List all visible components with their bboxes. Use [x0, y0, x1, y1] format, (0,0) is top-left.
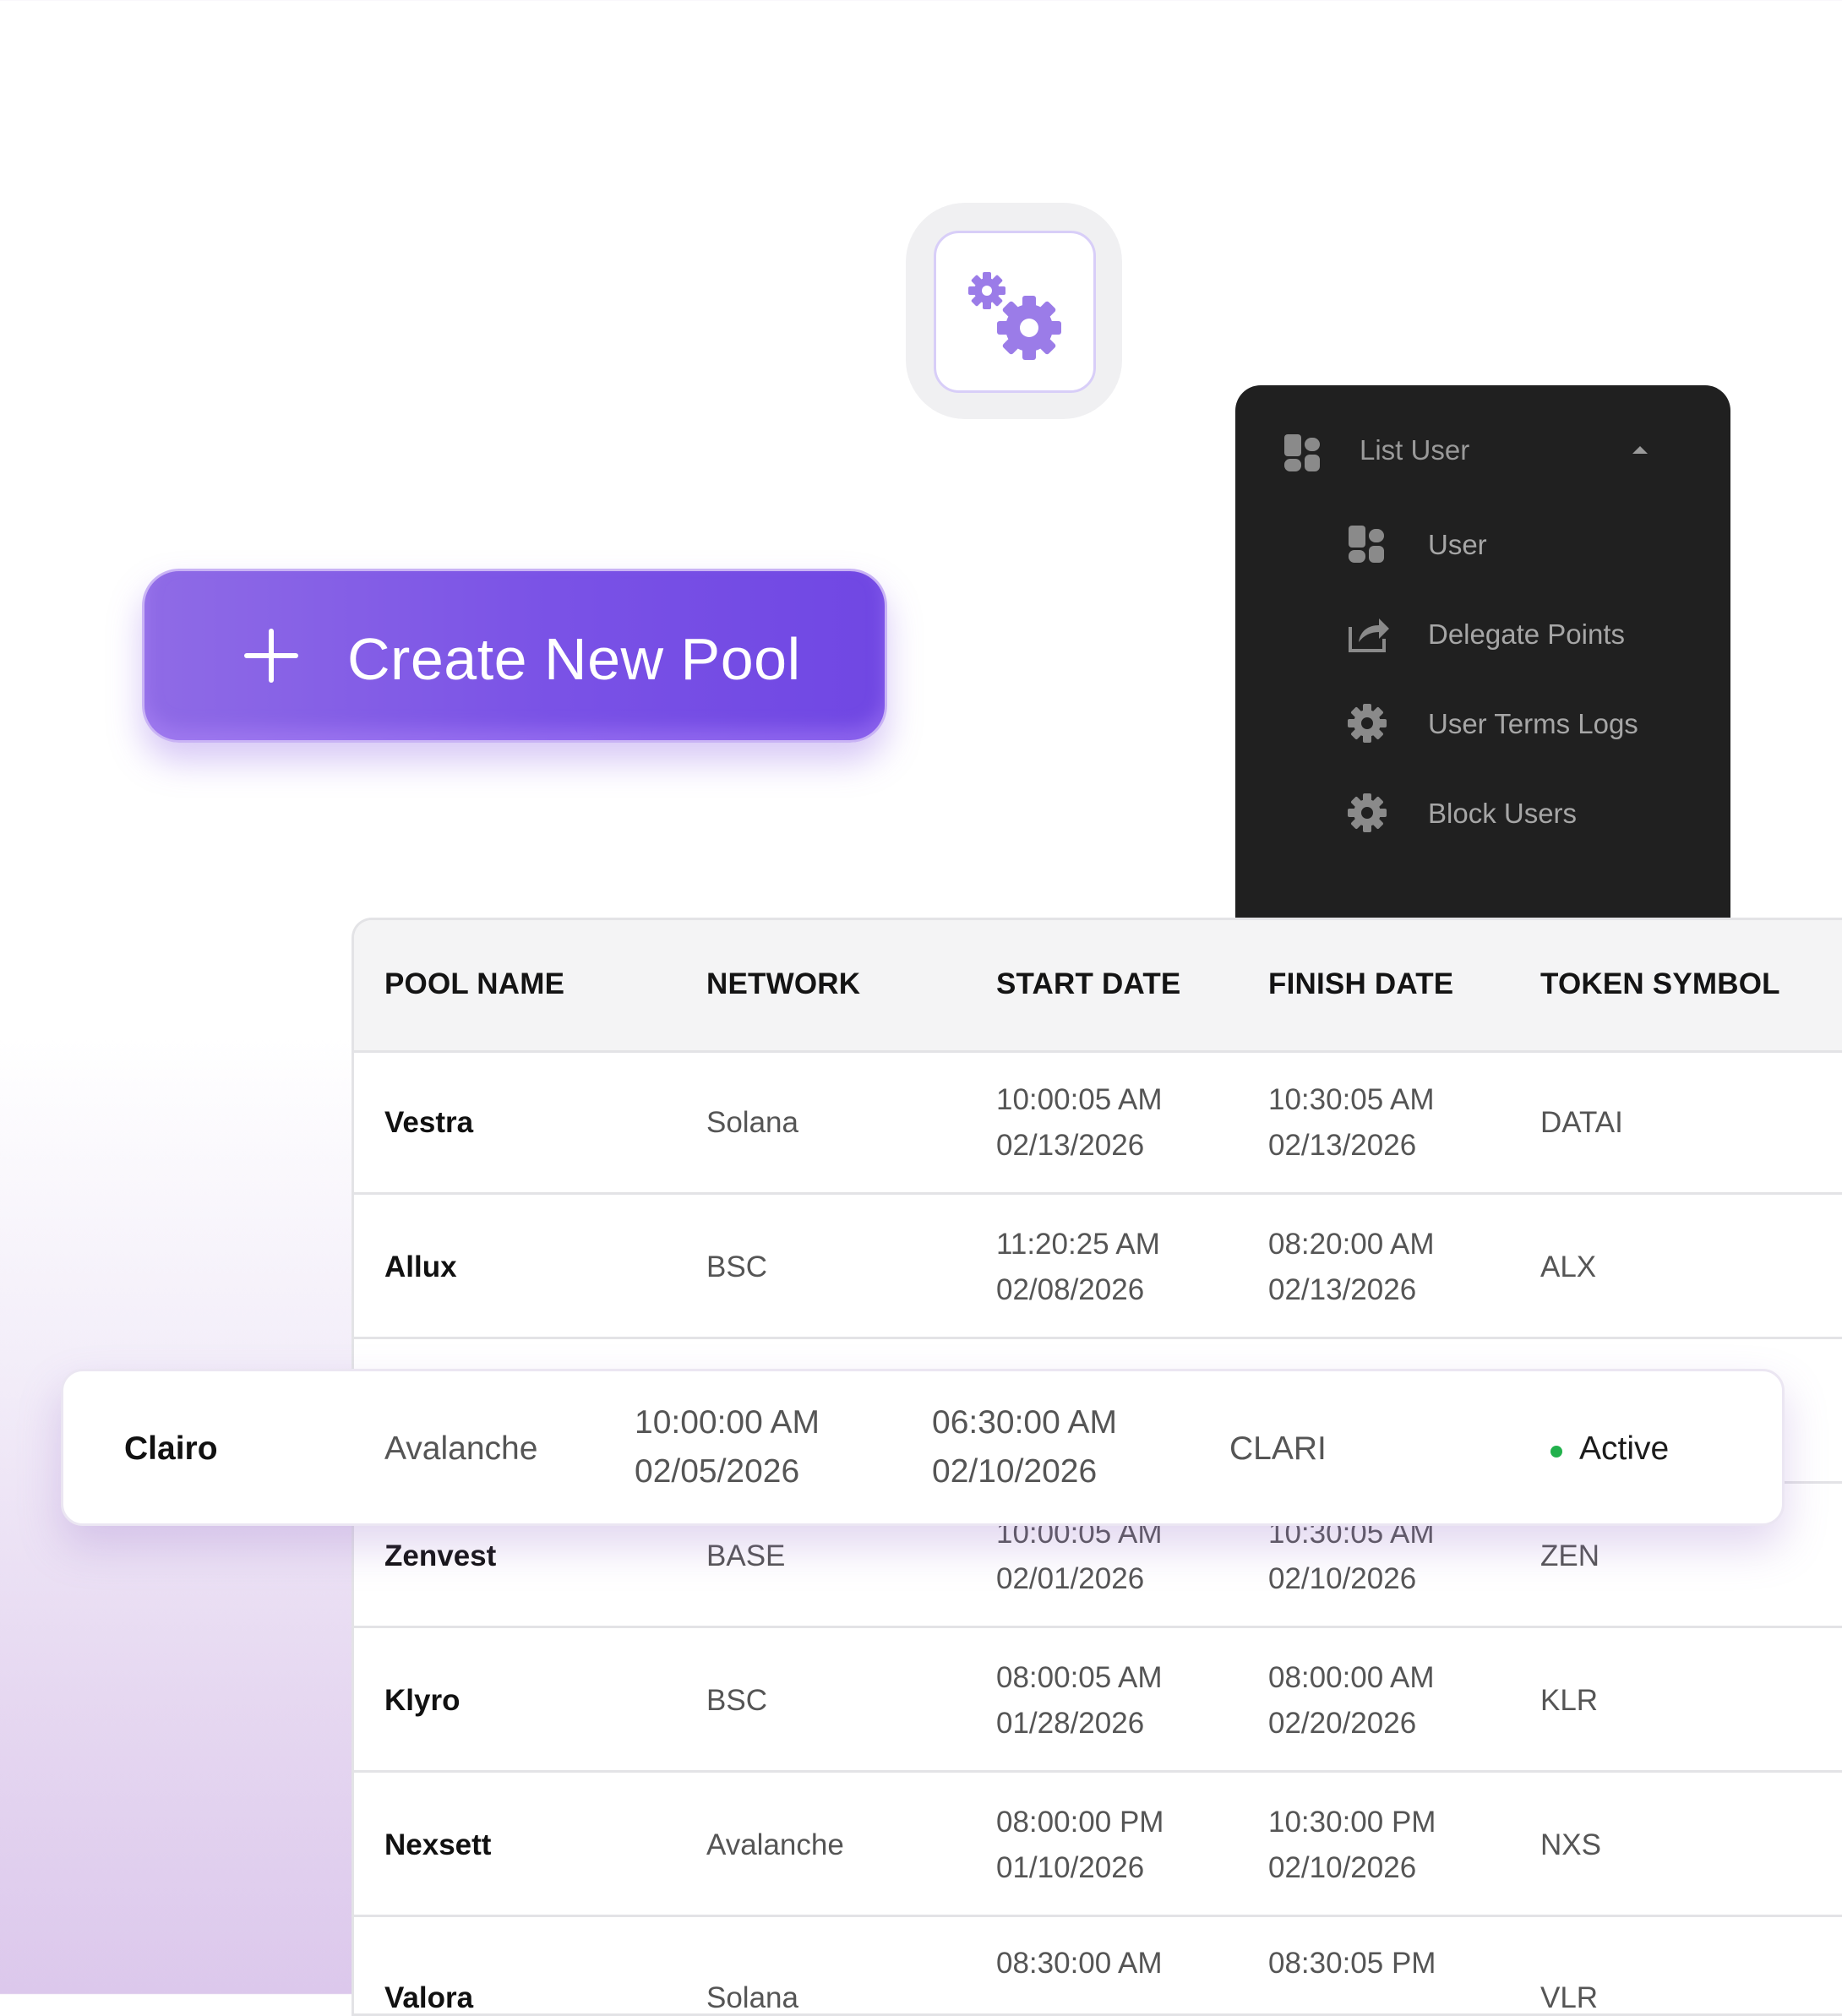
finish-day: 02/10/2026 [1268, 1562, 1417, 1595]
finish-day: 02/10/2026 [932, 1453, 1098, 1490]
table-row[interactable]: Vestra Solana 10:00:05 AM 02/13/2026 10:… [354, 1050, 1842, 1195]
pool-name-cell: Zenvest [384, 1539, 497, 1572]
pool-name-cell: Clairo [124, 1430, 218, 1467]
finish-time: 06:30:00 AM [932, 1404, 1117, 1441]
pool-name-cell: Nexsett [384, 1828, 492, 1861]
caret-up-icon [1632, 446, 1648, 454]
create-new-pool-label: Create New Pool [347, 626, 801, 692]
start-date-cell: 08:00:05 AM 01/28/2026 [996, 1655, 1163, 1746]
column-header-token-symbol[interactable]: TOKEN SYMBOL [1540, 967, 1780, 1001]
network-cell: Solana [706, 1981, 798, 2014]
highlighted-pool-row[interactable]: Clairo Avalanche 10:00:00 AM 02/05/2026 … [61, 1369, 1785, 1526]
token-symbol-cell: DATAI [1540, 1106, 1623, 1139]
menu-item-delegate-points[interactable]: Delegate Points [1337, 603, 1708, 671]
network-cell: BASE [706, 1539, 786, 1572]
start-date-cell: 10:00:00 AM 02/05/2026 [635, 1398, 820, 1496]
gear-icon [1348, 704, 1387, 743]
share-icon [1349, 618, 1389, 652]
start-time: 08:00:00 PM [996, 1806, 1164, 1839]
settings-icon-frame [934, 231, 1096, 393]
column-header-pool-name[interactable]: POOL NAME [384, 967, 564, 1001]
token-symbol-cell: ALX [1540, 1250, 1597, 1283]
menu-item-user-terms-logs[interactable]: User Terms Logs [1337, 693, 1708, 760]
status-badge: Active [1579, 1430, 1670, 1467]
menu-item-user[interactable]: User [1337, 514, 1708, 581]
start-day: 02/13/2026 [996, 1129, 1145, 1162]
grid-icon [1349, 526, 1384, 563]
grid-icon [1284, 434, 1320, 471]
table-header: POOL NAME NETWORK START DATE FINISH DATE… [354, 920, 1842, 1053]
finish-day: 02/13/2026 [1268, 1129, 1417, 1162]
network-cell: Solana [706, 1106, 798, 1139]
network-cell: Avalanche [384, 1430, 538, 1467]
network-cell: Avalanche [706, 1828, 844, 1861]
token-symbol-cell: VLR [1540, 1981, 1599, 2014]
start-time: 10:00:05 AM [996, 1083, 1163, 1116]
token-symbol-cell: ZEN [1540, 1539, 1599, 1572]
start-day: 02/05/2026 [635, 1453, 800, 1490]
menu-item-block-users[interactable]: Block Users [1337, 782, 1708, 850]
settings-icon-tile[interactable] [906, 203, 1122, 419]
menu-header-label: List User [1360, 434, 1470, 466]
pool-name-cell: Allux [384, 1250, 457, 1283]
finish-day: 02/10/2026 [1268, 1851, 1417, 1884]
start-day: 01/10/2026 [996, 1851, 1145, 1884]
column-header-network[interactable]: NETWORK [706, 967, 860, 1001]
status-dot-icon [1550, 1446, 1562, 1458]
start-date-cell: 08:30:00 AM [996, 1941, 1163, 1986]
pool-name-cell: Vestra [384, 1106, 474, 1139]
menu-item-label: Block Users [1428, 798, 1578, 829]
start-day: 01/28/2026 [996, 1707, 1145, 1740]
finish-time: 08:00:00 AM [1268, 1661, 1435, 1694]
start-time: 10:00:00 AM [635, 1404, 820, 1441]
table-row[interactable]: Valora Solana 08:30:00 AM 08:30:05 PM VL… [354, 1917, 1842, 2014]
finish-time: 10:30:00 PM [1268, 1806, 1436, 1839]
finish-time: 08:20:00 AM [1268, 1228, 1435, 1261]
menu-header-list-user[interactable]: List User [1235, 385, 1730, 520]
create-new-pool-button[interactable]: Create New Pool [142, 569, 887, 743]
finish-date-cell: 06:30:00 AM 02/10/2026 [932, 1398, 1117, 1496]
menu-item-label: User [1428, 529, 1487, 560]
pool-name-cell: Klyro [384, 1684, 460, 1717]
network-cell: BSC [706, 1684, 767, 1717]
start-day: 02/01/2026 [996, 1562, 1145, 1595]
pool-name-cell: Valora [384, 1981, 474, 2014]
network-cell: BSC [706, 1250, 767, 1283]
gear-icon [1348, 793, 1387, 832]
menu-item-label: Delegate Points [1428, 618, 1625, 650]
finish-date-cell: 08:00:00 AM 02/20/2026 [1268, 1655, 1435, 1746]
start-time: 11:20:25 AM [996, 1228, 1160, 1261]
menu-item-label: User Terms Logs [1428, 708, 1638, 739]
finish-date-cell: 08:20:00 AM 02/13/2026 [1268, 1222, 1435, 1313]
finish-date-cell: 08:30:05 PM [1268, 1941, 1436, 1986]
start-day: 02/08/2026 [996, 1273, 1145, 1306]
table-row[interactable]: Klyro BSC 08:00:05 AM 01/28/2026 08:00:0… [354, 1628, 1842, 1773]
finish-time: 08:30:05 PM [1268, 1947, 1436, 1980]
start-date-cell: 08:00:00 PM 01/10/2026 [996, 1800, 1164, 1891]
table-row[interactable]: Allux BSC 11:20:25 AM 02/08/2026 08:20:0… [354, 1195, 1842, 1339]
token-symbol-cell: KLR [1540, 1684, 1599, 1717]
table-row[interactable]: Nexsett Avalanche 08:00:00 PM 01/10/2026… [354, 1773, 1842, 1917]
token-symbol-cell: CLARI [1229, 1430, 1327, 1467]
finish-day: 02/13/2026 [1268, 1273, 1417, 1306]
plus-icon [244, 629, 298, 683]
start-time: 08:30:00 AM [996, 1947, 1163, 1980]
start-time: 08:00:05 AM [996, 1661, 1163, 1694]
finish-date-cell: 10:30:05 AM 02/13/2026 [1268, 1077, 1435, 1169]
gears-icon [968, 272, 1061, 360]
start-date-cell: 11:20:25 AM 02/08/2026 [996, 1222, 1160, 1313]
column-header-finish-date[interactable]: FINISH DATE [1268, 967, 1453, 1001]
column-header-start-date[interactable]: START DATE [996, 967, 1180, 1001]
start-date-cell: 10:00:05 AM 02/13/2026 [996, 1077, 1163, 1169]
list-user-menu: List User User Delegate Points User Term… [1235, 385, 1730, 926]
finish-time: 10:30:05 AM [1268, 1083, 1435, 1116]
finish-day: 02/20/2026 [1268, 1707, 1417, 1740]
token-symbol-cell: NXS [1540, 1828, 1601, 1861]
finish-date-cell: 10:30:00 PM 02/10/2026 [1268, 1800, 1436, 1891]
